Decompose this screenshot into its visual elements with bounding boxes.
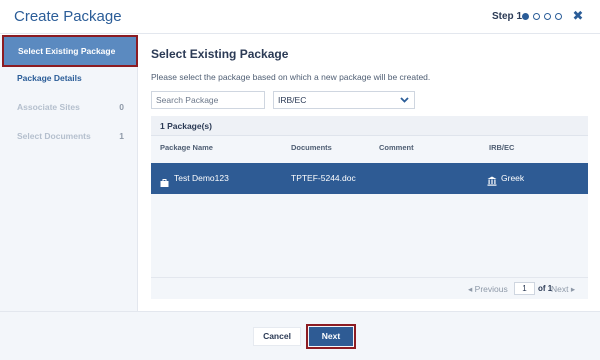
sidebar-item-label: Select Documents <box>17 131 91 141</box>
wizard-sidebar: Select Existing Package Package Details … <box>0 35 138 311</box>
sidebar-item-count: 0 <box>119 102 124 112</box>
sidebar-item-label: Associate Sites <box>17 102 80 112</box>
pagination-next[interactable]: Next ▸ <box>551 284 575 295</box>
chevron-down-icon <box>400 92 409 113</box>
sidebar-item-label: Select Existing Package <box>18 46 116 56</box>
package-table: 1 Package(s) Package Name Documents Comm… <box>151 116 588 299</box>
institution-icon <box>487 173 497 191</box>
sidebar-item-count: 1 <box>119 131 124 141</box>
step-dot-1 <box>522 13 529 20</box>
column-header-irb-ec: IRB/EC <box>489 143 515 152</box>
sidebar-item-associate-sites: Associate Sites 0 <box>0 92 138 122</box>
step-label: Step 1 <box>492 11 523 22</box>
pagination-previous[interactable]: ◂ Previous <box>468 284 508 295</box>
page-title: Select Existing Package <box>151 47 289 61</box>
sidebar-item-select-documents: Select Documents 1 <box>0 121 138 151</box>
irb-ec-select[interactable]: IRB/EC <box>273 91 415 109</box>
close-icon[interactable]: ✖ <box>571 7 585 25</box>
search-package-input[interactable] <box>151 91 265 109</box>
dialog-title: Create Package <box>14 8 122 25</box>
cell-irb-ec: Greek <box>501 173 525 183</box>
column-header-comment: Comment <box>379 143 414 152</box>
instruction-text: Please select the package based on which… <box>151 72 431 82</box>
main-panel: Select Existing Package Please select th… <box>139 35 600 311</box>
step-indicator <box>522 13 562 20</box>
pagination: ◂ Previous 1 of 1 Next ▸ <box>151 277 588 299</box>
irb-ec-select-value: IRB/EC <box>278 95 307 105</box>
chevron-left-icon: ◂ <box>468 284 473 294</box>
cell-documents: TPTEF-5244.doc <box>291 173 356 183</box>
table-row[interactable]: Test Demo123 TPTEF-5244.doc Greek <box>151 163 588 194</box>
dialog-header: Create Package Step 1 ✖ <box>0 0 600 34</box>
dialog-footer: Cancel Next <box>0 311 600 360</box>
cancel-button[interactable]: Cancel <box>253 327 301 346</box>
next-button[interactable]: Next <box>309 327 353 346</box>
pagination-next-label: Next <box>551 284 569 294</box>
step-dot-2 <box>533 13 540 20</box>
package-count: 1 Package(s) <box>151 116 588 136</box>
next-button-highlight: Next <box>306 324 356 349</box>
column-header-documents: Documents <box>291 143 332 152</box>
sidebar-item-package-details[interactable]: Package Details <box>0 63 138 93</box>
step-dot-4 <box>555 13 562 20</box>
page-number-input[interactable]: 1 <box>514 282 535 295</box>
cell-package-name: Test Demo123 <box>174 173 229 183</box>
step-dot-3 <box>544 13 551 20</box>
sidebar-item-label: Package Details <box>17 73 82 83</box>
column-header-package-name: Package Name <box>160 143 213 152</box>
chevron-right-icon: ▸ <box>570 284 576 294</box>
pagination-previous-label: Previous <box>474 284 508 294</box>
